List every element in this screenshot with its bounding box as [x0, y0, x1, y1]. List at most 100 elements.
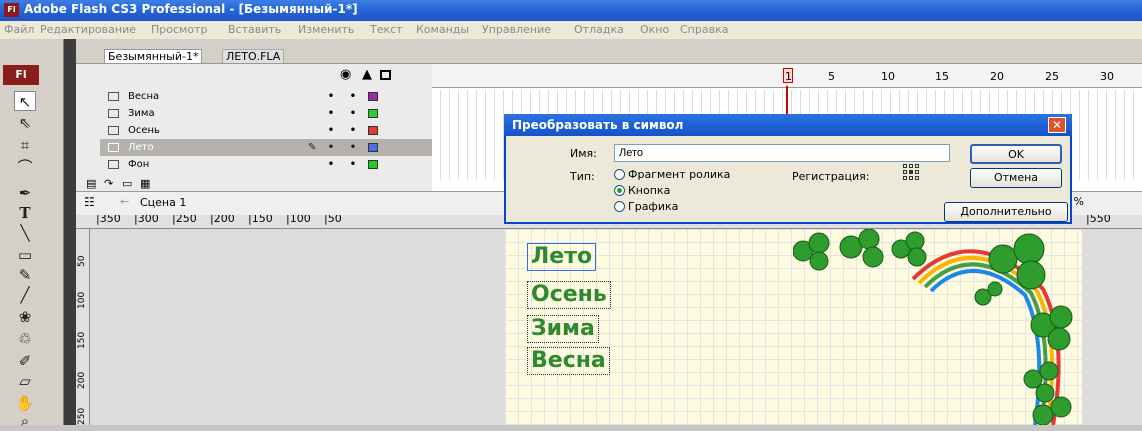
ink-bottle-icon[interactable]: ❀ — [14, 307, 36, 327]
scene-icon: ☷ — [84, 195, 95, 209]
scene-label[interactable]: Сцена 1 — [140, 196, 186, 209]
menu-file[interactable]: Файл — [4, 23, 34, 36]
layer-row[interactable]: Весна • • — [100, 88, 432, 105]
rectangle-icon[interactable]: ▭ — [14, 245, 36, 265]
zoom-icon[interactable]: ⌕ — [14, 411, 36, 431]
menu-edit[interactable]: Редактирование — [40, 23, 136, 36]
ruler-mark: |350 — [96, 215, 121, 225]
tab-untitled[interactable]: Безымянный-1* — [104, 49, 203, 64]
ruler-mark: |100 — [286, 215, 311, 225]
eyedropper-icon[interactable]: ✐ — [14, 351, 36, 371]
frames-ruler: 1 5 10 15 20 25 30 — [432, 64, 1142, 88]
registration-grid[interactable] — [903, 164, 919, 180]
layer-row[interactable]: Фон • • — [100, 156, 432, 173]
radio-circle[interactable] — [614, 201, 625, 212]
delete-layer-icon[interactable]: ▦ — [140, 177, 150, 190]
free-transform-icon[interactable]: ⌗ — [14, 135, 36, 155]
dialog-title: Преобразовать в символ ✕ — [504, 114, 1072, 136]
radio-label: Графика — [628, 200, 679, 213]
ruler-mark: |150 — [248, 215, 273, 225]
layer-color-swatch[interactable] — [368, 92, 378, 101]
ruler-mark: |200 — [210, 215, 235, 225]
paint-bucket-icon[interactable]: ♲ — [14, 329, 36, 349]
layer-color-swatch[interactable] — [368, 126, 378, 135]
layer-color-swatch[interactable] — [368, 109, 378, 118]
stage-text-leto[interactable]: Лето — [527, 243, 597, 271]
layer-color-swatch[interactable] — [368, 160, 378, 169]
motion-guide-icon[interactable]: ↷ — [104, 177, 113, 190]
radio-circle[interactable] — [614, 169, 625, 180]
layer-icon — [108, 92, 119, 101]
frame-number: 25 — [1045, 70, 1059, 83]
menu-window[interactable]: Окно — [640, 23, 669, 36]
stage[interactable]: Лето Осень Зима Весна — [505, 229, 1082, 425]
ruler-mark: 100 — [77, 291, 87, 309]
menu-debug[interactable]: Отладка — [574, 23, 624, 36]
menu-text[interactable]: Текст — [370, 23, 403, 36]
ruler-mark: 250 — [77, 407, 87, 425]
stage-text-osen[interactable]: Осень — [527, 281, 611, 309]
close-icon[interactable]: ✕ — [1048, 117, 1066, 133]
eraser-icon[interactable]: ▱ — [14, 371, 36, 391]
menu-commands[interactable]: Команды — [416, 23, 469, 36]
ruler-mark: |50 — [324, 215, 342, 225]
flash-app-icon: Fl — [4, 3, 19, 17]
menu-insert[interactable]: Вставить — [228, 23, 281, 36]
tab-leto-fla[interactable]: ЛЕТО.FLA — [222, 49, 285, 64]
menu-modify[interactable]: Изменить — [298, 23, 354, 36]
lock-icon[interactable]: ▲ — [362, 67, 372, 82]
eye-icon[interactable]: ◉ — [340, 67, 351, 82]
menu-control[interactable]: Управление — [482, 23, 551, 36]
menu-view[interactable]: Просмотр — [151, 23, 207, 36]
layer-row[interactable]: Зима • • — [100, 105, 432, 122]
radio-label: Фрагмент ролика — [628, 168, 731, 181]
selection-arrow-icon[interactable]: ↖ — [14, 91, 36, 111]
outline-icon[interactable] — [380, 70, 391, 80]
back-arrow-icon[interactable]: ← — [120, 195, 129, 208]
frame-number: 1 — [785, 70, 792, 83]
vertical-ruler: 50 100 150 200 250 — [76, 229, 90, 425]
stage-text-vesna[interactable]: Весна — [527, 347, 610, 375]
panel-splitter[interactable] — [64, 39, 76, 425]
ruler-mark: 150 — [77, 331, 87, 349]
dialog-title-text: Преобразовать в символ — [512, 118, 684, 132]
layer-icon — [108, 126, 119, 135]
insert-folder-icon[interactable]: ▭ — [122, 177, 132, 190]
pencil-edit-icon: ✎ — [308, 142, 317, 153]
ruler-mark: 50 — [77, 255, 87, 267]
layer-name: Лето — [128, 142, 154, 153]
hand-icon[interactable]: ✋ — [14, 393, 36, 413]
radio-movie-clip[interactable]: Фрагмент ролика — [614, 168, 730, 181]
menu-help[interactable]: Справка — [680, 23, 728, 36]
text-tool-icon[interactable]: T — [14, 203, 36, 223]
document-tabs: Безымянный-1* ЛЕТО.FLA — [76, 39, 1142, 64]
symbol-name-input[interactable] — [614, 144, 950, 162]
ruler-mark: |550 — [1086, 215, 1111, 225]
brush-icon[interactable]: ╱ — [14, 285, 36, 305]
layer-icon — [108, 143, 119, 152]
radio-button[interactable]: Кнопка — [614, 184, 670, 197]
pen-icon[interactable]: ✒ — [14, 183, 36, 203]
layer-row-selected[interactable]: Лето ✎ • • — [100, 139, 432, 156]
layer-icon — [108, 160, 119, 169]
advanced-button[interactable]: Дополнительно — [944, 202, 1068, 222]
radio-circle-selected[interactable] — [614, 185, 625, 196]
subselection-icon[interactable]: ⇖ — [14, 113, 36, 133]
title-bar: Fl Adobe Flash CS3 Professional - [Безым… — [0, 0, 1142, 21]
menu-bar: Файл Редактирование Просмотр Вставить Из… — [0, 21, 1142, 39]
flash-logo: Fl — [3, 65, 39, 85]
lasso-icon[interactable]: ⌒ — [14, 157, 36, 177]
layer-row[interactable]: Осень • • — [100, 122, 432, 139]
layer-color-swatch[interactable] — [368, 143, 378, 152]
pencil-icon[interactable]: ✎ — [14, 265, 36, 285]
ruler-mark: |300 — [134, 215, 159, 225]
frame-number: 10 — [881, 70, 895, 83]
ok-button[interactable]: OK — [970, 144, 1062, 164]
insert-layer-icon[interactable]: ▤ — [86, 177, 96, 190]
frame-number: 5 — [828, 70, 835, 83]
stage-text-zima[interactable]: Зима — [527, 315, 599, 343]
radio-graphic[interactable]: Графика — [614, 200, 678, 213]
line-icon[interactable]: ╲ — [14, 223, 36, 243]
zoom-fragment: % — [1073, 195, 1084, 208]
cancel-button[interactable]: Отмена — [970, 168, 1062, 188]
